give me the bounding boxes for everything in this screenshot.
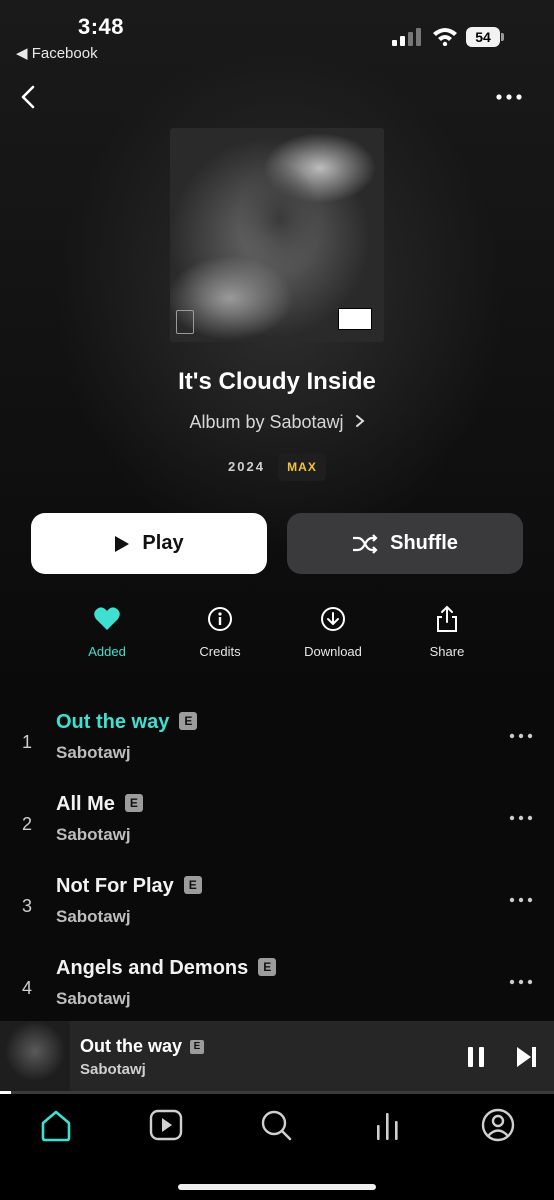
track-number: 4 — [22, 978, 33, 998]
added-label: Added — [88, 644, 126, 659]
track-row[interactable]: 1 Out the way E Sabotawj — [0, 702, 554, 784]
track-title: Angels and Demons E — [56, 957, 277, 980]
home-icon[interactable] — [36, 1107, 76, 1143]
explicit-badge: E — [179, 712, 198, 730]
track-number: 1 — [22, 732, 33, 752]
track-title: Out the way E — [56, 711, 198, 734]
track-artist: Sabotawj — [56, 825, 131, 844]
battery-level: 54 — [466, 27, 500, 47]
added-button[interactable]: Added — [62, 604, 152, 659]
download-label: Download — [304, 644, 362, 659]
back-chevron-icon[interactable] — [16, 84, 42, 110]
shuffle-button[interactable]: Shuffle — [287, 513, 523, 574]
track-more-icon[interactable] — [509, 896, 533, 904]
track-number: 3 — [22, 896, 33, 916]
track-more-icon[interactable] — [509, 732, 533, 740]
heart-icon — [94, 607, 120, 630]
parental-advisory-label — [338, 308, 372, 330]
credits-button[interactable]: Credits — [175, 604, 265, 659]
download-icon — [321, 607, 345, 631]
track-more-icon[interactable] — [509, 814, 533, 822]
track-artist: Sabotawj — [56, 907, 131, 926]
user-circle-icon[interactable] — [478, 1107, 518, 1143]
mini-player-artist: Sabotawj — [80, 1061, 146, 1078]
shuffle-icon — [353, 533, 378, 554]
share-icon — [437, 605, 457, 632]
play-icon — [115, 535, 130, 552]
explicit-badge: E — [190, 1040, 205, 1054]
share-label: Share — [429, 644, 465, 659]
mini-player-title: Out the way E — [80, 1036, 205, 1057]
play-button-label: Play — [142, 532, 184, 554]
pause-icon[interactable] — [466, 1046, 486, 1068]
chevron-right-icon — [355, 412, 365, 433]
release-year: 2024 — [228, 459, 265, 474]
track-number: 2 — [22, 814, 33, 834]
mini-player[interactable]: Out the way E Sabotawj — [0, 1021, 554, 1091]
home-indicator[interactable] — [178, 1184, 376, 1190]
track-row[interactable]: 3 Not For Play E Sabotawj — [0, 866, 554, 948]
back-to-app-link[interactable]: ◀ Facebook — [16, 44, 98, 62]
album-title: It's Cloudy Inside — [178, 368, 376, 395]
skip-next-icon[interactable] — [516, 1046, 538, 1068]
credits-label: Credits — [199, 644, 241, 659]
status-time: 3:48 — [78, 14, 125, 39]
play-button[interactable]: Play — [31, 513, 267, 574]
track-row[interactable]: 2 All Me E Sabotawj — [0, 784, 554, 866]
shuffle-button-label: Shuffle — [390, 532, 458, 554]
info-icon — [208, 607, 232, 631]
quality-badge: MAX — [278, 453, 326, 481]
cover-logo-mark — [176, 310, 194, 334]
header-background — [0, 0, 554, 700]
explicit-badge: E — [124, 794, 143, 812]
mini-player-artwork — [0, 1021, 70, 1091]
track-title: All Me E — [56, 793, 143, 816]
track-row[interactable]: 4 Angels and Demons E Sabotawj — [0, 948, 554, 1030]
search-icon[interactable] — [256, 1107, 296, 1143]
explicit-badge: E — [258, 958, 277, 976]
share-button[interactable]: Share — [402, 604, 492, 659]
track-title: Not For Play E — [56, 875, 202, 898]
explicit-badge: E — [183, 876, 202, 894]
battery-indicator: 54 — [466, 27, 504, 47]
more-options-icon[interactable] — [492, 88, 526, 106]
download-button[interactable]: Download — [288, 604, 378, 659]
track-artist: Sabotawj — [56, 743, 131, 762]
bars-icon[interactable] — [368, 1107, 408, 1143]
album-cover — [170, 128, 384, 342]
play-square-icon[interactable] — [146, 1107, 186, 1143]
album-artist-text: Album by Sabotawj — [189, 412, 344, 432]
album-artist-link[interactable]: Album by Sabotawj — [0, 412, 554, 433]
cellular-signal-icon — [392, 28, 421, 46]
track-artist: Sabotawj — [56, 989, 131, 1008]
track-more-icon[interactable] — [509, 978, 533, 986]
wifi-icon — [433, 28, 457, 46]
